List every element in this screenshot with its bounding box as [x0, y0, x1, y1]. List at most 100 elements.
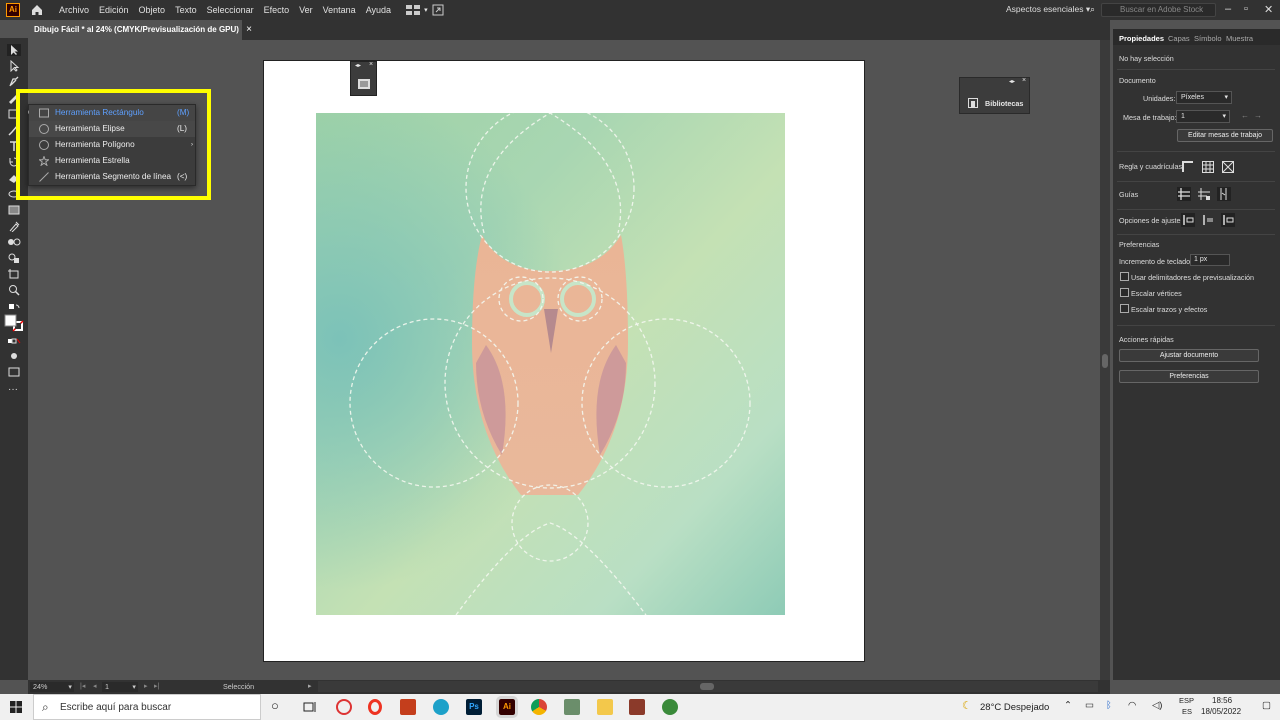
- smart-guides-icon[interactable]: [1217, 187, 1231, 201]
- document-tab[interactable]: Dibujo Fácil * al 24% (CMYK/Previsualiza…: [28, 20, 252, 40]
- grid-icon[interactable]: [1201, 160, 1215, 174]
- notifications-icon[interactable]: ▢: [1262, 700, 1271, 711]
- clock-date[interactable]: 18/05/2022: [1201, 707, 1241, 716]
- adobe-stock-search[interactable]: Buscar en Adobe Stock: [1101, 3, 1216, 17]
- cortana-icon[interactable]: ○: [271, 698, 279, 713]
- wifi-icon[interactable]: ◠: [1128, 700, 1136, 711]
- next-artboard-icon[interactable]: ▸: [144, 681, 148, 690]
- status-menu-icon[interactable]: ▸: [308, 681, 312, 690]
- snap-to-pixel-icon[interactable]: [1201, 213, 1215, 227]
- collapse-icon[interactable]: ◂▸: [1009, 78, 1015, 85]
- taskbar-search[interactable]: ⌕ Escribe aquí para buscar: [33, 694, 261, 720]
- tab-layers[interactable]: Capas: [1168, 34, 1190, 43]
- opera-icon[interactable]: [368, 699, 382, 715]
- scroll-thumb[interactable]: [1102, 354, 1108, 368]
- arrange-documents-button[interactable]: ▾: [406, 4, 444, 16]
- scale-corners-checkbox[interactable]: [1120, 288, 1129, 297]
- network-icon[interactable]: ▭: [1085, 700, 1094, 711]
- menu-ventana[interactable]: Ventana: [318, 5, 361, 15]
- eyedropper-tool-icon[interactable]: [7, 220, 21, 232]
- app-icon-globe[interactable]: [662, 699, 678, 715]
- more-tools-icon[interactable]: ···: [8, 384, 18, 395]
- search-icon[interactable]: ⌕: [1090, 4, 1095, 15]
- tab-properties[interactable]: Propiedades: [1119, 34, 1164, 43]
- winrar-icon[interactable]: [629, 699, 645, 715]
- clock-time[interactable]: 18:56: [1212, 696, 1232, 705]
- home-icon[interactable]: [30, 3, 44, 17]
- chrome-icon[interactable]: [531, 699, 547, 715]
- chevron-up-icon[interactable]: ⌃: [1064, 700, 1072, 711]
- keyboard-layout[interactable]: ES: [1182, 707, 1192, 716]
- app-icon-red-circle[interactable]: [336, 699, 352, 715]
- file-explorer-icon[interactable]: [597, 699, 613, 715]
- artboard-number-select[interactable]: 1 ▾: [102, 682, 138, 692]
- weather-text[interactable]: 28°C Despejado: [980, 702, 1049, 713]
- volume-icon[interactable]: ◁): [1152, 700, 1162, 711]
- zoom-select[interactable]: 24% ▾: [30, 682, 74, 692]
- libraries-panel[interactable]: ◂▸ × Bibliotecas: [959, 77, 1030, 114]
- blend-tool-icon[interactable]: [7, 236, 21, 248]
- menu-efecto[interactable]: Efecto: [259, 5, 295, 15]
- close-icon[interactable]: ×: [369, 61, 373, 68]
- vertical-scrollbar[interactable]: [1100, 40, 1110, 680]
- pen-tool-icon[interactable]: [7, 76, 21, 88]
- snap-to-point-icon[interactable]: [1181, 213, 1195, 227]
- close-icon[interactable]: ×: [1022, 77, 1026, 84]
- minimize-button[interactable]: –: [1225, 3, 1231, 15]
- keyboard-increment-input[interactable]: 1 px: [1190, 254, 1230, 266]
- preferences-button[interactable]: Preferencias: [1119, 370, 1259, 383]
- edit-artboards-button[interactable]: Editar mesas de trabajo: [1177, 129, 1273, 142]
- close-button[interactable]: ✕: [1264, 3, 1273, 16]
- artboard-select[interactable]: 1 ▾: [1176, 110, 1230, 123]
- draw-mode-icon[interactable]: [7, 350, 21, 362]
- zoom-tool-icon[interactable]: [7, 284, 21, 296]
- menu-texto[interactable]: Texto: [170, 5, 202, 15]
- horizontal-scrollbar[interactable]: [318, 681, 1098, 692]
- snap-to-glyph-icon[interactable]: [1221, 213, 1235, 227]
- photoshop-icon[interactable]: Ps: [466, 699, 482, 715]
- menu-edicion[interactable]: Edición: [94, 5, 134, 15]
- fit-document-button[interactable]: Ajustar documento: [1119, 349, 1259, 362]
- swap-colors-icon[interactable]: [7, 302, 21, 314]
- next-artboard-icon[interactable]: →: [1254, 111, 1262, 120]
- tab-symbols[interactable]: Símbolo: [1194, 34, 1222, 43]
- shape-builder-tool-icon[interactable]: [7, 252, 21, 264]
- previous-artboard-icon[interactable]: ◂: [93, 681, 97, 690]
- menu-seleccionar[interactable]: Seleccionar: [202, 5, 259, 15]
- lock-guides-icon[interactable]: [1197, 187, 1211, 201]
- floating-mini-panel[interactable]: ◂▸ ×: [350, 61, 377, 96]
- artboard-tool-icon[interactable]: [7, 268, 21, 280]
- screen-mode-icon[interactable]: [7, 366, 21, 378]
- transparency-grid-icon[interactable]: [1221, 160, 1235, 174]
- menu-ayuda[interactable]: Ayuda: [361, 5, 396, 15]
- maximize-button[interactable]: ▫: [1244, 3, 1248, 15]
- tab-swatches[interactable]: Muestra: [1226, 34, 1253, 43]
- edge-icon[interactable]: [433, 699, 449, 715]
- direct-selection-tool-icon[interactable]: [7, 60, 21, 72]
- units-select[interactable]: Píxeles ▾: [1176, 91, 1232, 104]
- windows-start-icon[interactable]: [10, 701, 22, 713]
- color-mode-icon[interactable]: [7, 336, 21, 348]
- illustrator-taskbar-icon[interactable]: Ai: [496, 696, 518, 718]
- workspace-switcher[interactable]: Aspectos esenciales ▾: [1006, 4, 1090, 15]
- collapse-icon[interactable]: ◂▸: [355, 62, 361, 69]
- bluetooth-icon[interactable]: ᛒ: [1106, 700, 1112, 711]
- close-tab-icon[interactable]: ×: [246, 24, 252, 35]
- menu-archivo[interactable]: Archivo: [54, 5, 94, 15]
- first-artboard-icon[interactable]: |◂: [80, 681, 85, 690]
- language-code[interactable]: ESP: [1179, 696, 1194, 705]
- scroll-thumb[interactable]: [700, 683, 714, 690]
- last-artboard-icon[interactable]: ▸|: [154, 681, 159, 690]
- illustrator-logo[interactable]: Ai: [6, 3, 20, 17]
- menu-objeto[interactable]: Objeto: [134, 5, 171, 15]
- fill-stroke-swatch-icon[interactable]: [4, 314, 24, 332]
- previous-artboard-icon[interactable]: ←: [1241, 111, 1249, 120]
- gradient-tool-icon[interactable]: [7, 204, 21, 216]
- app-icon-green[interactable]: [564, 699, 580, 715]
- show-guides-icon[interactable]: [1177, 187, 1191, 201]
- powerpoint-icon[interactable]: [400, 699, 416, 715]
- menu-ver[interactable]: Ver: [294, 5, 318, 15]
- scale-strokes-checkbox[interactable]: [1120, 304, 1129, 313]
- selection-tool-icon[interactable]: [7, 44, 21, 56]
- preview-bounds-checkbox[interactable]: [1120, 272, 1129, 281]
